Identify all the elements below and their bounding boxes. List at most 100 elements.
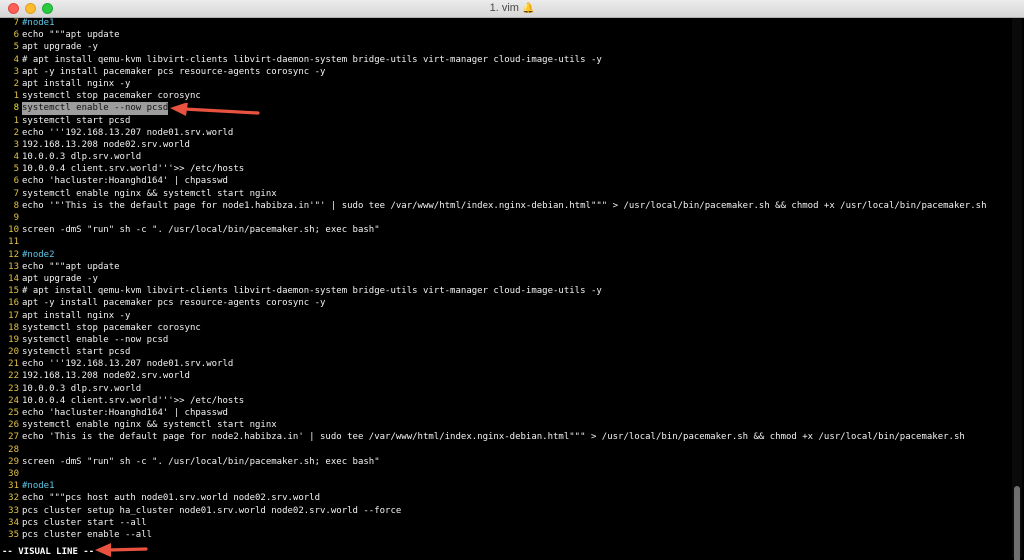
line-number: 5 — [13, 42, 19, 53]
line-number: 3 — [13, 66, 19, 77]
line-text: systemctl stop pacemaker corosync — [22, 91, 201, 102]
line-text: echo '"'This is the default page for nod… — [22, 200, 987, 211]
line-number: 7 — [13, 188, 19, 199]
line-text: 10.0.0.3 dlp.srv.world — [22, 152, 142, 163]
line-number: 16 — [8, 298, 19, 309]
editor-line[interactable]: 7 systemctl enable nginx && systemctl sta… — [0, 188, 1010, 200]
line-number: 3 — [13, 139, 19, 150]
title-bar[interactable]: 1. vim 🔔 — [0, 0, 1024, 18]
line-number: 34 — [8, 517, 19, 528]
editor-line[interactable]: 34 pcs cluster start --all — [0, 517, 1010, 529]
selected-line-text: systemctl enable --now pcsd — [22, 102, 169, 115]
vim-editor-buffer[interactable]: 7 #node1 6 echo """apt update 5 apt upgrade -… — [0, 17, 1010, 547]
line-text: apt -y install pacemaker pcs resource-ag… — [22, 298, 326, 309]
editor-line[interactable]: 15 # apt install qemu-kvm libvirt-clients… — [0, 285, 1010, 297]
line-text: echo 'This is the default page for node2… — [22, 432, 965, 443]
line-number: 29 — [8, 456, 19, 467]
line-number: 32 — [8, 493, 19, 504]
line-number: 28 — [8, 444, 19, 455]
line-text: screen -dmS "run" sh -c ". /usr/local/bi… — [22, 456, 380, 467]
editor-line[interactable]: 22 192.168.13.208 node02.srv.world — [0, 370, 1010, 382]
line-text: apt install nginx -y — [22, 310, 131, 321]
editor-line[interactable]: 13 echo """apt update — [0, 261, 1010, 273]
editor-line[interactable]: 28 — [0, 444, 1010, 456]
line-number: 18 — [8, 322, 19, 333]
line-text: # apt install qemu-kvm libvirt-clients l… — [22, 54, 602, 65]
editor-line[interactable]: 1 systemctl stop pacemaker corosync — [0, 90, 1010, 102]
editor-line[interactable]: 10 screen -dmS "run" sh -c ". /usr/local/… — [0, 224, 1010, 236]
line-number: 2 — [13, 127, 19, 138]
editor-line[interactable]: 14 apt upgrade -y — [0, 273, 1010, 285]
vim-mode-indicator: -- VISUAL LINE -- — [2, 547, 95, 557]
editor-line[interactable]: 30 — [0, 468, 1010, 480]
window-title: 1. vim 🔔 — [0, 0, 1024, 17]
editor-line[interactable]: 2 echo '''192.168.13.207 node01.srv.world — [0, 127, 1010, 139]
bell-icon: 🔔 — [521, 3, 535, 14]
editor-line[interactable]: 9 — [0, 212, 1010, 224]
editor-line[interactable]: 27 echo 'This is the default page for nod… — [0, 431, 1010, 443]
editor-line[interactable]: 33 pcs cluster setup ha_cluster node01.sr… — [0, 505, 1010, 517]
line-number: 6 — [13, 30, 19, 41]
line-text: 192.168.13.208 node02.srv.world — [22, 371, 190, 382]
editor-line[interactable]: 11 — [0, 236, 1010, 248]
editor-line[interactable]: 32 echo """pcs host auth node01.srv.world… — [0, 492, 1010, 504]
scrollbar-thumb[interactable] — [1014, 486, 1020, 560]
scrollbar-track[interactable] — [1012, 18, 1022, 560]
editor-line[interactable]: 35 pcs cluster enable --all — [0, 529, 1010, 541]
editor-line[interactable]: 24 10.0.0.4 client.srv.world'''>> /etc/ho… — [0, 395, 1010, 407]
editor-line[interactable]: 17 apt install nginx -y — [0, 310, 1010, 322]
line-text: echo '''192.168.13.207 node01.srv.world — [22, 127, 234, 138]
editor-line[interactable]: 23 10.0.0.3 dlp.srv.world — [0, 383, 1010, 395]
line-number: 2 — [13, 78, 19, 89]
line-number: 35 — [8, 529, 19, 540]
line-number: 17 — [8, 310, 19, 321]
editor-line[interactable]: 6 echo """apt update — [0, 29, 1010, 41]
editor-line[interactable]: 3 192.168.13.208 node02.srv.world — [0, 139, 1010, 151]
line-text: systemctl enable --now pcsd — [22, 334, 169, 345]
line-text: apt -y install pacemaker pcs resource-ag… — [22, 66, 326, 77]
editor-line[interactable]: 5 10.0.0.4 client.srv.world'''>> /etc/hos… — [0, 163, 1010, 175]
line-text: pcs cluster enable --all — [22, 529, 153, 540]
line-number: 5 — [13, 164, 19, 175]
editor-line[interactable]: 6 echo 'hacluster:Hoanghd164' | chpasswd — [0, 175, 1010, 187]
line-number: 15 — [8, 286, 19, 297]
line-number: 20 — [8, 347, 19, 358]
editor-line[interactable]: 4 10.0.0.3 dlp.srv.world — [0, 151, 1010, 163]
editor-line[interactable]: 16 apt -y install pacemaker pcs resource-… — [0, 297, 1010, 309]
line-text: echo 'hacluster:Hoanghd164' | chpasswd — [22, 408, 228, 418]
line-text: echo """apt update — [22, 261, 120, 272]
line-number: 1 — [13, 115, 19, 126]
line-number: 30 — [8, 468, 19, 479]
line-text: pcs cluster start --all — [22, 517, 147, 528]
editor-line[interactable]: 25 echo 'hacluster:Hoanghd164' | chpasswd — [0, 407, 1010, 419]
line-number: 22 — [8, 371, 19, 382]
editor-line[interactable]: 4 # apt install qemu-kvm libvirt-clients … — [0, 54, 1010, 66]
editor-line[interactable]: 29 screen -dmS "run" sh -c ". /usr/local/… — [0, 456, 1010, 468]
line-number: 6 — [13, 176, 19, 187]
editor-line[interactable]: 3 apt -y install pacemaker pcs resource-a… — [0, 66, 1010, 78]
window-title-text: 1. vim — [489, 2, 519, 14]
line-text: echo """apt update — [22, 30, 120, 41]
editor-line[interactable]: 19 systemctl enable --now pcsd — [0, 334, 1010, 346]
editor-line[interactable]: 31 #node1 — [0, 480, 1010, 492]
line-text: 10.0.0.4 client.srv.world'''>> /etc/host… — [22, 164, 245, 175]
editor-line[interactable]: 21 echo '''192.168.13.207 node01.srv.worl… — [0, 358, 1010, 370]
line-number: 31 — [8, 481, 19, 492]
editor-line[interactable]: 18 systemctl stop pacemaker corosync — [0, 322, 1010, 334]
editor-line[interactable]: 8 systemctl enable --now pcsd — [0, 102, 1010, 115]
editor-line[interactable]: 7 #node1 — [0, 17, 1010, 29]
line-text: 10.0.0.4 client.srv.world'''>> /etc/host… — [22, 395, 245, 406]
editor-line[interactable]: 20 systemctl start pcsd — [0, 346, 1010, 358]
editor-line[interactable]: 1 systemctl start pcsd — [0, 115, 1010, 127]
line-text: screen -dmS "run" sh -c ". /usr/local/bi… — [22, 225, 380, 236]
editor-line[interactable]: 2 apt install nginx -y — [0, 78, 1010, 90]
line-number: 1 — [13, 91, 19, 102]
editor-line[interactable]: 12 #node2 — [0, 249, 1010, 261]
line-text: # apt install qemu-kvm libvirt-clients l… — [22, 286, 602, 297]
line-number: 24 — [8, 395, 19, 406]
line-text: echo '''192.168.13.207 node01.srv.world — [22, 359, 234, 370]
editor-line[interactable]: 8 echo '"'This is the default page for no… — [0, 200, 1010, 212]
line-text: 10.0.0.3 dlp.srv.world — [22, 383, 142, 394]
editor-line[interactable]: 5 apt upgrade -y — [0, 41, 1010, 53]
editor-line[interactable]: 26 systemctl enable nginx && systemctl st… — [0, 419, 1010, 431]
